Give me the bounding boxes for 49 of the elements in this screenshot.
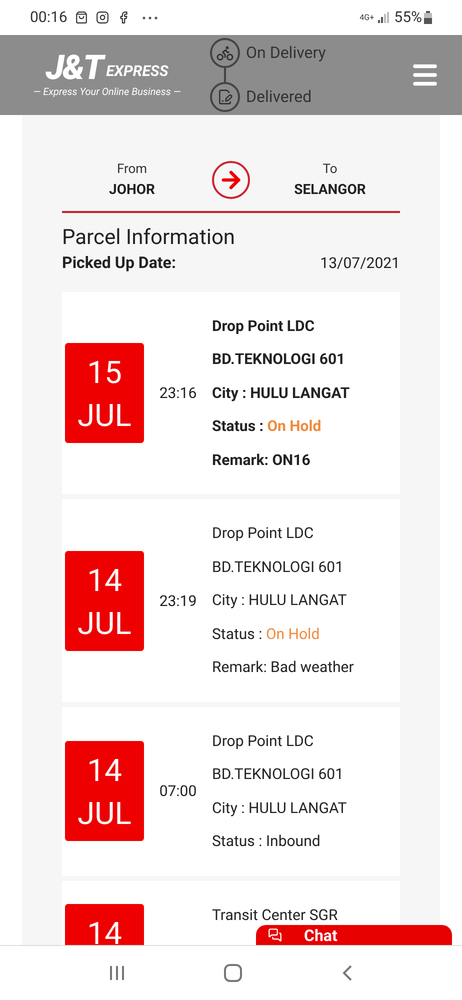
event-status: Status : On Hold (212, 624, 321, 645)
event-detail: BD.TEKNOLOGI 601 (212, 764, 345, 786)
timeline-label: On Delivery (246, 42, 326, 64)
event-time: 23:19 (159, 592, 197, 610)
chat-button[interactable]: Chat (256, 925, 452, 945)
event-detail: Transit Center SGR (212, 904, 338, 926)
home-icon[interactable] (223, 963, 243, 983)
event-status: Status : Inbound (212, 831, 322, 852)
chat-icon (268, 928, 282, 942)
picked-up-date: 13/07/2021 (320, 252, 400, 274)
event-time: 07:00 (159, 782, 197, 800)
event-detail: Remark: Bad weather (212, 657, 354, 678)
timeline-label: Delivered (246, 86, 312, 108)
date-badge: 15 JUL (65, 343, 144, 443)
event-time: 23:16 (159, 384, 197, 402)
more-icon (142, 16, 158, 20)
logo: J&T (46, 50, 102, 84)
event-detail: Drop Point LDC (212, 316, 316, 337)
recent-apps-icon[interactable] (109, 965, 125, 981)
tagline: — Express Your Online Business — (33, 86, 181, 100)
event-detail: City : HULU LANGAT (212, 590, 348, 612)
event-detail: Drop Point LDC (212, 730, 315, 752)
event-detail: Drop Point LDC (212, 523, 315, 544)
from-label: From (116, 161, 148, 179)
picked-up-label: Picked Up Date: (62, 252, 176, 274)
signed-document-icon (217, 89, 233, 105)
to-label: To (322, 161, 338, 179)
event-detail: City : HULU LANGAT (212, 382, 350, 404)
to-value: SELANGOR (294, 180, 366, 200)
event-detail: BD.TEKNOLOGI 601 (212, 349, 346, 370)
battery-level: 55% (394, 7, 422, 28)
signal-icon (378, 12, 390, 23)
date-badge: 14 JUL (65, 550, 144, 650)
date-badge: 14 JUL (65, 741, 144, 842)
network-label: 4G+ (360, 14, 374, 22)
logo-subtitle: EXPRESS (106, 61, 168, 82)
shopping-bag-icon (75, 11, 88, 24)
section-title: Parcel Information (62, 224, 236, 251)
instagram-icon (96, 11, 110, 24)
event-detail: City : HULU LANGAT (212, 798, 347, 819)
event-status: Status : On Hold (212, 416, 322, 438)
date-badge: 14 (65, 904, 144, 945)
clock: 00:16 (30, 7, 68, 28)
from-value: JOHOR (109, 180, 155, 200)
battery-icon (424, 11, 432, 24)
back-icon[interactable] (341, 964, 353, 982)
event-detail: BD.TEKNOLOGI 601 (212, 556, 345, 578)
event-detail: Remark: ON16 (212, 450, 312, 471)
arrow-right-icon (212, 161, 250, 200)
